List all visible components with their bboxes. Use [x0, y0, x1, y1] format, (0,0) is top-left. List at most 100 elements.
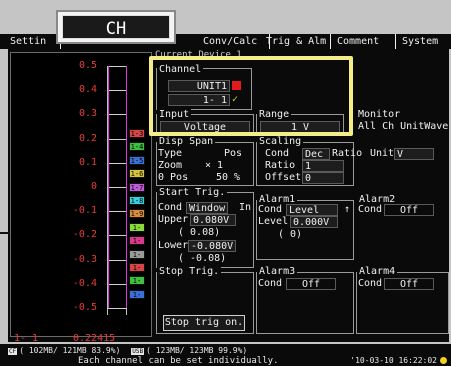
unit-input[interactable]: V [394, 148, 434, 160]
alarm2-cond-label: Cond [358, 204, 383, 215]
monitor-select[interactable]: All Ch UnitWave [356, 121, 448, 133]
current-value: 0.22415 [73, 333, 116, 344]
status-indicator-icon [440, 357, 447, 364]
tab-comment[interactable]: Comment [327, 34, 396, 49]
lower-input[interactable]: -0.080V [188, 240, 236, 252]
range-title: Range [257, 109, 292, 121]
channel-marker[interactable]: 1-13 [129, 263, 145, 281]
alarm1-level-input[interactable]: 0.000V [290, 216, 338, 228]
gauge-bar [108, 66, 127, 308]
alarm1-level-label: Level [258, 216, 289, 227]
channel-marker[interactable]: 1-4 [129, 142, 145, 152]
pointer-line [0, 232, 10, 234]
channel-marker[interactable]: 1-12 [129, 249, 145, 268]
scaling-cond-label: Cond [265, 148, 290, 159]
range-select[interactable]: 1 V [260, 121, 340, 133]
y-axis-label: 0.4 [78, 84, 97, 96]
unit-color-swatch [232, 81, 241, 90]
alarm4-cond-label: Cond [358, 278, 383, 289]
storage1-text: ( 102MB/ 121MB 83.9%) [19, 346, 121, 355]
datetime: '10-03-10 16:22:02 [350, 356, 437, 365]
channel-marker[interactable]: 1-8 [129, 196, 145, 205]
channel-marker[interactable]: 1-7 [129, 182, 145, 192]
tab-settings[interactable]: Settin [6, 34, 61, 49]
waveform-panel[interactable]: 1- 1 0.22415 0.5 0.4 0.3 0.2 0.1 0 -0.1 -0.2 -0.… [10, 52, 152, 344]
y-axis-label: 0.2 [78, 132, 97, 144]
y-axis-label: 0.5 [78, 60, 97, 71]
lower-paren: ( -0.08) [178, 253, 227, 264]
y-axis-label: 0.3 [78, 108, 97, 120]
tab-ch-label: CH [62, 15, 170, 39]
current-channel: 1- 1 [14, 333, 39, 344]
unit-field[interactable]: UNIT1 [168, 80, 230, 92]
zoom-value[interactable]: × 1 [205, 160, 223, 172]
start-trig-title: Start Trig. [157, 187, 228, 199]
offset-label: Offset [265, 172, 302, 183]
stop-trig-on-button[interactable]: Stop trig on. [163, 315, 245, 331]
alarm3-title: Alarm3 [257, 266, 298, 278]
input-title: Input [157, 109, 192, 121]
tab-trig-alm[interactable]: Trig & Alm [262, 34, 331, 49]
scaling-dec-option[interactable]: Dec [302, 148, 330, 160]
channel-marker[interactable]: 1-14 [129, 276, 145, 294]
start-cond-select[interactable]: Window [186, 202, 228, 214]
stop-trig-title: Stop Trig. [157, 266, 222, 278]
channel-marker[interactable]: 1-6 [129, 169, 145, 179]
monitor-title: Monitor [356, 109, 403, 121]
check-icon: ✓ [232, 94, 239, 105]
alarm1-cond-select[interactable]: Level [286, 204, 338, 216]
alarm1-cond-label: Cond [258, 204, 283, 215]
tab-ch[interactable]: CH [56, 10, 176, 44]
channel-marker[interactable]: 1-11 [129, 236, 145, 254]
channel-marker[interactable]: 1-9 [129, 209, 145, 219]
alarm2-cond-select[interactable]: Off [384, 204, 434, 216]
upper-label: Upper [158, 214, 189, 225]
alarm1-paren: ( 0) [278, 229, 303, 240]
alarm4-cond-select[interactable]: Off [384, 278, 434, 290]
disp-span-title: Disp Span [157, 136, 216, 148]
channel-marker[interactable]: 1-5 [129, 155, 145, 165]
ratio-input[interactable]: 1 [302, 160, 344, 172]
channel-field[interactable]: 1- 1 [168, 94, 230, 106]
cf-card-icon: CF [8, 348, 18, 355]
channel-marker[interactable]: 1-10 [129, 222, 145, 241]
zoom-label: Zoom [158, 160, 183, 171]
channel-marker[interactable]: 1-3 [129, 129, 145, 138]
start-in-label[interactable]: In [239, 202, 251, 214]
storage-line: CF( 102MB/ 121MB 83.9%) USB( 123MB/ 123M… [8, 346, 247, 355]
ratio-label: Ratio [265, 160, 296, 171]
scaling-title: Scaling [257, 136, 304, 148]
arrow-up-icon[interactable]: ↑ [344, 204, 350, 216]
y-axis-label: 0.1 [78, 156, 97, 168]
usb-icon: USB [131, 348, 145, 355]
pos-label: 0 Pos [158, 172, 189, 183]
alarm3-cond-select[interactable]: Off [286, 278, 336, 290]
upper-paren: ( 0.08) [178, 227, 221, 238]
gauge-tick [107, 308, 127, 309]
input-select[interactable]: Voltage [160, 121, 250, 133]
y-axis-label: -0.4 [72, 277, 97, 289]
channel-marker[interactable]: 1-15 [129, 289, 145, 308]
y-axis-label: 0 [90, 181, 97, 192]
alarm3-cond-label: Cond [258, 278, 283, 289]
upper-input[interactable]: 0.080V [190, 214, 236, 226]
scaling-ratio-option[interactable]: Ratio [332, 148, 362, 160]
start-cond-label: Cond [158, 202, 183, 213]
y-axis-label: -0.2 [72, 229, 97, 241]
y-axis-label: -0.5 [72, 302, 97, 313]
device-subtitle: Current Device 1 [155, 50, 242, 60]
y-axis-label: -0.1 [72, 205, 97, 217]
help-message: Each channel can be set individually. [78, 356, 279, 366]
pos-value[interactable]: 50 % [216, 172, 240, 184]
alarm4-title: Alarm4 [357, 266, 398, 278]
storage2-text: ( 123MB/ 123MB 99.9%) [146, 346, 248, 355]
y-axis-label: -0.3 [72, 253, 97, 265]
tab-conv-calc[interactable]: Conv/Calc [195, 34, 270, 49]
unit-label: Unit [370, 148, 395, 159]
type-value[interactable]: Pos [224, 148, 242, 160]
status-bar: CF( 102MB/ 121MB 83.9%) USB( 123MB/ 123M… [0, 344, 451, 366]
lower-label: Lower [158, 240, 189, 251]
offset-input[interactable]: 0 [302, 172, 344, 184]
channel-title: Channel [157, 64, 204, 76]
tab-system[interactable]: System [392, 34, 451, 49]
